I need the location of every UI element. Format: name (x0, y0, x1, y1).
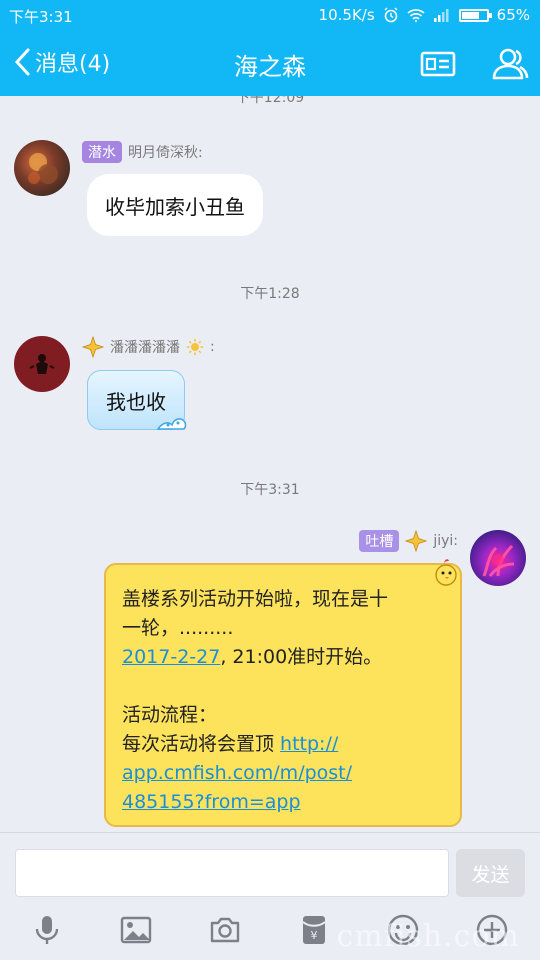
message-line: 盖楼系列活动开始啦，现在是十 (122, 588, 389, 610)
avatar-image (29, 354, 55, 374)
message-line: 一轮，......... (122, 617, 234, 639)
message-text: 每次活动将会置顶 (122, 733, 281, 755)
input-area: 发送 ¥ cmfish.com (0, 832, 540, 960)
message-text: , 21:00准时开始。 (220, 646, 383, 668)
url-link[interactable]: 485155?from=app (122, 791, 301, 813)
wifi-icon (407, 9, 425, 22)
title-bar: 消息(4) 海之森 (0, 30, 540, 96)
status-time: 下午3:31 (9, 8, 73, 26)
battery-fill (461, 11, 479, 19)
group-profile-button[interactable] (418, 44, 458, 84)
sender-name[interactable]: jiyi: (433, 533, 458, 549)
camera-icon (210, 917, 240, 943)
message-line: 485155?from=app (122, 788, 444, 817)
avatar[interactable] (14, 336, 70, 392)
chat-area[interactable]: 下午12:09 潜水 明月倚深秋: 收毕加索小丑鱼 下午1:28 潘潘潘潘潘 :… (0, 96, 540, 832)
send-button[interactable]: 发送 (456, 849, 525, 897)
avatar[interactable] (470, 530, 526, 586)
microphone-icon (35, 916, 59, 944)
url-link[interactable]: http:// (280, 733, 338, 755)
wave-decoration-icon (156, 418, 187, 430)
chat-title: 海之森 (234, 53, 306, 81)
message-line: 2017-2-27, 21:00准时开始。 (122, 643, 444, 672)
users-icon (492, 48, 529, 80)
sparkle-icon (405, 530, 428, 552)
avatar[interactable] (14, 140, 70, 196)
alarm-icon (384, 7, 398, 23)
status-bar: 下午3:31 10.5K/s 65% (0, 0, 540, 30)
timestamp: 下午1:28 (240, 286, 300, 302)
avatar-image (482, 544, 515, 577)
signal-icon (433, 9, 449, 22)
chick-decoration-icon (435, 559, 457, 586)
sender-name[interactable]: 明月倚深秋: (128, 142, 203, 162)
message-line: app.cmfish.com/m/post/ (122, 759, 444, 788)
url-link[interactable]: app.cmfish.com/m/post/ (122, 762, 352, 784)
sender-name[interactable]: 潘潘潘潘潘 (110, 337, 180, 357)
message-bubble[interactable]: 我也收 (87, 370, 187, 430)
timestamp: 下午12:09 (235, 96, 305, 106)
image-icon (120, 916, 152, 944)
red-packet-button[interactable]: ¥ (297, 913, 331, 947)
sun-icon (187, 339, 203, 355)
watermark: cmfish.com (336, 919, 520, 954)
id-card-icon (420, 51, 456, 77)
group-members-button[interactable] (490, 44, 530, 84)
sender-meta: 潘潘潘潘潘 : (82, 336, 215, 358)
message-bubble[interactable]: 收毕加索小丑鱼 (87, 174, 263, 236)
status-right: 10.5K/s 65% (319, 6, 530, 24)
member-badge: 吐槽 (359, 530, 400, 552)
network-speed: 10.5K/s (318, 6, 375, 24)
message-line: 活动流程： (122, 704, 218, 726)
message-input[interactable] (15, 849, 449, 897)
camera-button[interactable] (208, 913, 242, 947)
message-bubble[interactable]: 盖楼系列活动开始啦，现在是十 一轮，......... 2017-2-27, 2… (104, 559, 462, 827)
sender-meta: 吐槽 jiyi: (359, 530, 458, 552)
avatar-image (28, 153, 58, 184)
date-link[interactable]: 2017-2-27 (122, 646, 220, 668)
message-line: 每次活动将会置顶 http:// (122, 730, 444, 759)
battery-icon (458, 8, 492, 22)
timestamp: 下午3:31 (240, 482, 300, 498)
colon: : (210, 339, 215, 355)
sparkle-icon (82, 336, 104, 358)
voice-button[interactable] (30, 913, 64, 947)
image-button[interactable] (119, 913, 153, 947)
battery-percent: 65% (496, 6, 530, 24)
member-badge: 潜水 (82, 141, 122, 163)
svg-text:¥: ¥ (311, 929, 318, 942)
sender-meta: 潜水 明月倚深秋: (82, 141, 203, 163)
red-packet-icon: ¥ (302, 916, 326, 944)
